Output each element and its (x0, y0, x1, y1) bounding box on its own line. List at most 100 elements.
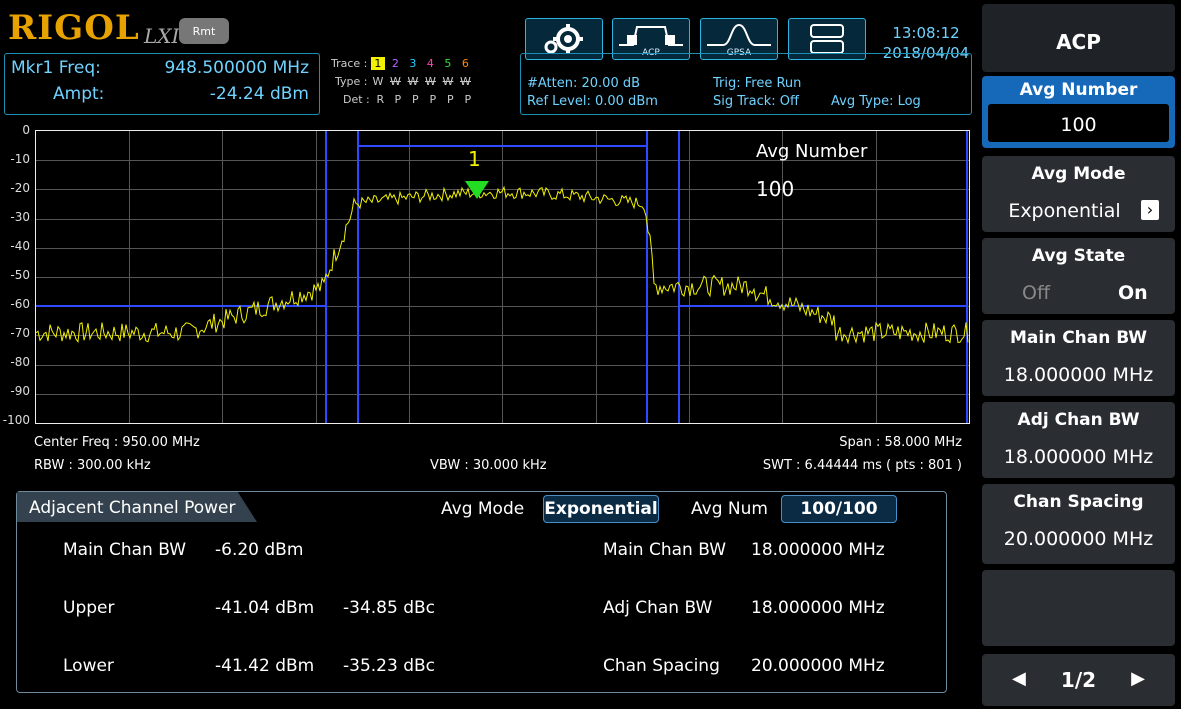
adj-chan-bw-label: Adj Chan BW (1017, 410, 1140, 430)
trace-info: Trace : 1 2 3 4 5 6 Type : W W W W W W D… (325, 53, 517, 113)
row-main-power: -6.20 dBm (215, 540, 304, 560)
trace-6[interactable]: 6 (458, 57, 472, 70)
main-chan-bw-key[interactable]: Main Chan BW 18.000000 MHz (982, 320, 1175, 396)
ref-level-info: Ref Level: 0.00 dBm (527, 94, 658, 109)
trig-info: Trig: Free Run (713, 76, 802, 91)
marker-readout: Mkr1 Freq: 948.500000 MHz Ampt: -24.24 d… (4, 53, 320, 115)
chan-spacing-label: Chan Spacing (1013, 492, 1144, 512)
acp-results-panel: Adjacent Channel Power Avg Mode Exponent… (16, 491, 947, 693)
y-label: -90 (10, 384, 30, 398)
trace-3[interactable]: 3 (406, 57, 420, 70)
avg-state-key[interactable]: Avg State Off On (982, 238, 1175, 314)
param-main-chan-bw-name: Main Chan BW (603, 540, 727, 560)
row-lower-power: -41.42 dBm (215, 656, 315, 676)
avg-mode-key-label: Avg Mode (1031, 164, 1126, 184)
trace-det-6: P (464, 93, 472, 106)
page-nav-key[interactable]: ◀ 1/2 ▶ (982, 654, 1175, 706)
y-label: -30 (10, 210, 30, 224)
row-upper-dbc: -34.85 dBc (343, 598, 436, 618)
menu-title: ACP (1056, 30, 1101, 54)
menu-title-key: ACP (982, 4, 1175, 72)
rbw: RBW : 300.00 kHz (34, 458, 151, 473)
trace-type-4: W (425, 75, 436, 88)
type-label: Type : (335, 75, 368, 88)
lxi-logo: LXI (144, 24, 180, 48)
center-freq: Center Freq : 950.00 MHz (34, 435, 200, 450)
row-lower-dbc: -35.23 dBc (343, 656, 436, 676)
param-chan-spacing-name: Chan Spacing (603, 656, 720, 676)
main-chan-bw-value: 18.000000 MHz (1003, 364, 1154, 386)
trace-type-5: W (442, 75, 454, 88)
y-label: -10 (10, 152, 30, 166)
trace-det-3: P (411, 93, 419, 106)
avg-type-info: Avg Type: Log (831, 94, 921, 109)
next-page-icon[interactable]: ▶ (1131, 668, 1145, 689)
avg-number-value: 100 (1060, 114, 1097, 136)
avg-number-label: Avg Number (1019, 80, 1138, 100)
marker-ampt-value: -24.24 dBm (209, 84, 309, 104)
trace-det-5: P (446, 93, 454, 106)
gpsa-mode-icon (707, 23, 771, 46)
atten-info: #Atten: 20.00 dB (527, 76, 641, 91)
chevron-right-icon: › (1141, 200, 1159, 220)
spectrum-trace (36, 185, 969, 345)
trace-1[interactable]: 1 (370, 57, 385, 70)
adj-chan-bw-value: 18.000000 MHz (1003, 446, 1154, 468)
vbw: VBW : 30.000 kHz (430, 458, 547, 473)
row-upper-name: Upper (63, 598, 115, 618)
trace-det-4: P (429, 93, 437, 106)
swt: SWT : 6.44444 ms ( pts : 801 ) (762, 458, 962, 473)
y-label: -80 (10, 355, 30, 369)
chan-spacing-value: 20.000000 MHz (1003, 528, 1154, 550)
param-main-chan-bw-value: 18.000000 MHz (751, 540, 885, 560)
trace-4[interactable]: 4 (423, 57, 437, 70)
avg-num-pill[interactable]: 100/100 (781, 495, 897, 523)
remote-indicator: Rmt (179, 18, 229, 44)
avg-state-on[interactable]: On (1118, 282, 1148, 304)
avg-number-key[interactable]: Avg Number 100 (982, 76, 1175, 148)
chan-spacing-key[interactable]: Chan Spacing 20.000000 MHz (982, 484, 1175, 564)
marker-freq-value: 948.500000 MHz (164, 58, 309, 78)
trace-type-2: W (390, 75, 401, 88)
row-lower-name: Lower (63, 656, 114, 676)
trace-type-3: W (407, 75, 419, 88)
avg-mode-pill[interactable]: Exponential (543, 495, 659, 523)
marker-number-label: 1 (468, 147, 481, 171)
trace-5[interactable]: 5 (441, 57, 455, 70)
acp-mode-icon (619, 26, 683, 46)
marker-freq-label: Mkr1 Freq: (11, 58, 101, 78)
avg-mode-key-value: Exponential (1008, 200, 1121, 222)
spectrum-plot[interactable]: 0 -10 -20 -30 -40 -50 -60 -70 -80 -90 -1… (0, 115, 980, 485)
avg-num-label: Avg Num (691, 499, 768, 519)
sig-track-info: Sig Track: Off (713, 94, 799, 109)
marker-1-triangle[interactable] (464, 180, 490, 200)
trace-1-line (36, 185, 969, 345)
trace-type-6: W (460, 75, 471, 88)
row-upper-power: -41.04 dBm (215, 598, 315, 618)
main-chan-bw-label: Main Chan BW (1009, 328, 1148, 348)
avg-state-off[interactable]: Off (1022, 282, 1050, 304)
y-label: -50 (10, 268, 30, 282)
trace-det-2: P (394, 93, 402, 106)
measurement-info: #Atten: 20.00 dB Ref Level: 0.00 dBm Tri… (520, 53, 972, 115)
param-adj-chan-bw-value: 18.000000 MHz (751, 598, 885, 618)
page-indicator: 1/2 (1060, 668, 1097, 692)
avg-number-overlay-value: 100 (756, 177, 795, 201)
empty-key[interactable] (982, 570, 1175, 646)
avg-state-label: Avg State (1031, 246, 1126, 266)
trace-type-1: W (372, 75, 384, 88)
param-adj-chan-bw-name: Adj Chan BW (603, 598, 713, 618)
acp-tab-title: Adjacent Channel Power (29, 498, 236, 518)
det-label: Det : (343, 93, 370, 106)
avg-number-overlay-title: Avg Number (756, 141, 868, 162)
adj-chan-bw-key[interactable]: Adj Chan BW 18.000000 MHz (982, 402, 1175, 478)
y-label: 0 (22, 123, 30, 137)
clock-time: 13:08:12 (892, 24, 960, 42)
plot-grid: 1 Avg Number 100 (35, 130, 970, 424)
y-label: -70 (10, 326, 30, 340)
brand-text: RIGOL (8, 8, 140, 48)
trace-2[interactable]: 2 (388, 57, 402, 70)
softkey-menu: ACP Avg Number 100 Avg Mode Exponential … (978, 0, 1181, 709)
avg-mode-label: Avg Mode (441, 499, 525, 519)
avg-mode-key[interactable]: Avg Mode Exponential › (982, 156, 1175, 232)
